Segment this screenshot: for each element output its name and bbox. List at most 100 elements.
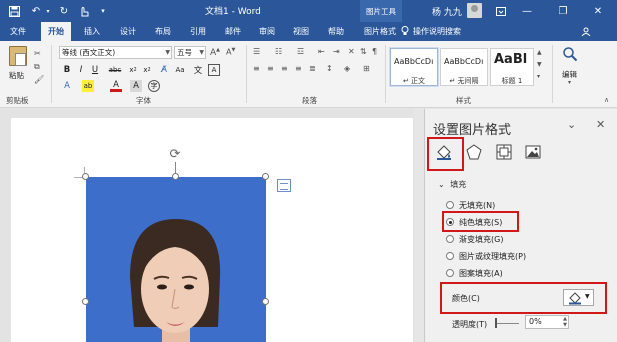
radio-button[interactable] [446,269,454,277]
tab-insert[interactable]: 插入 [77,22,107,41]
rotate-handle-icon[interactable]: ⟳ [167,146,183,162]
styles-scroll-down-icon[interactable]: ▼ [537,61,542,68]
paste-icon[interactable] [9,46,27,66]
close-button[interactable]: ✕ [585,0,611,22]
shrink-font-icon[interactable]: A▼ [226,47,235,57]
user-name[interactable]: 杨 九九 [432,5,462,18]
transparency-spinner[interactable]: 0% ▲ ▼ [525,315,569,329]
show-marks-icon[interactable]: ¶ [372,47,377,56]
font-color-icon[interactable]: A [110,80,122,92]
chevron-down-icon[interactable]: ▾ [568,79,571,86]
styles-more-icon[interactable]: ▾ [537,73,540,80]
transparency-slider-thumb[interactable] [495,318,497,328]
chinese-layout-icon[interactable]: ✕ [348,47,355,56]
portrait-photo[interactable] [86,177,266,342]
align-left-icon[interactable]: ≡ [253,64,260,73]
fill-section-header[interactable]: ⌄ 填充 [438,179,466,190]
tab-file[interactable]: 文件 [4,22,32,41]
styles-scroll-up-icon[interactable]: ▲ [537,49,542,56]
align-right-icon[interactable]: ≡ [281,64,288,73]
align-center-icon[interactable]: ≡ [267,64,274,73]
tab-design[interactable]: 设计 [113,22,143,41]
pane-close-icon[interactable]: ✕ [596,118,605,131]
tab-picture-format[interactable]: 图片格式 [358,22,402,41]
picture-icon[interactable] [524,143,542,161]
character-border-icon[interactable]: A [208,64,220,76]
fill-option-none[interactable]: 无填充(N) [446,198,495,212]
undo-dropdown-icon[interactable]: ▾ [40,3,56,19]
subscript-icon[interactable]: x2 [127,64,139,76]
ribbon-display-icon[interactable] [488,0,514,22]
font-size-combo[interactable]: 五号 ▼ [174,46,206,59]
line-spacing-icon[interactable]: ↕ [326,64,333,73]
tab-home[interactable]: 开始 [41,22,71,41]
save-icon[interactable] [6,3,22,19]
increase-indent-icon[interactable]: ⇥ [333,47,340,56]
resize-handle-ne[interactable] [262,173,269,180]
numbering-icon[interactable]: ☷ [275,47,282,56]
tab-review[interactable]: 审阅 [252,22,282,41]
style-no-spacing[interactable]: AaBbCcDı ↵ 无间隔 [440,48,488,86]
enclose-characters-icon[interactable]: 字 [148,80,160,92]
radio-button[interactable] [446,201,454,209]
change-case-icon[interactable]: Aa [174,64,186,76]
tab-references[interactable]: 引用 [183,22,213,41]
effects-icon[interactable] [465,143,483,161]
transparency-label: 透明度(T) [452,320,488,329]
touch-mode-icon[interactable] [76,3,92,19]
layout-properties-icon[interactable] [495,143,513,161]
tab-view[interactable]: 视图 [286,22,316,41]
layout-options-icon[interactable] [277,179,291,192]
format-painter-icon[interactable]: 🖌 [34,75,44,84]
tab-help[interactable]: 帮助 [321,22,351,41]
resize-handle-e[interactable] [262,298,269,305]
pane-options-icon[interactable]: ⌄ [567,118,576,131]
cut-icon[interactable]: ✂ [34,49,41,58]
customize-qat-icon[interactable]: ▾ [95,3,111,19]
magnifier-icon[interactable] [562,46,578,62]
fill-option-gradient[interactable]: 渐变填充(G) [446,232,503,246]
paste-button[interactable]: 粘贴 [9,70,24,81]
transparency-slider[interactable] [495,323,519,324]
minimize-button[interactable]: — [514,0,540,22]
avatar[interactable] [467,3,482,18]
sort-icon[interactable]: ⇅ [360,47,367,56]
bold-icon[interactable]: B [61,64,73,76]
highlight-icon[interactable]: ab [82,80,94,92]
phonetic-guide-icon[interactable]: 文 [192,64,204,76]
underline-icon[interactable]: U [89,64,101,76]
tab-layout[interactable]: 布局 [148,22,178,41]
fill-option-picture[interactable]: 图片或纹理填充(P) [446,249,526,263]
restore-button[interactable]: ❐ [550,0,576,22]
copy-icon[interactable]: ⧉ [34,62,40,72]
spinner-arrows-icon[interactable]: ▲ ▼ [563,316,567,328]
superscript-icon[interactable]: x2 [141,64,153,76]
italic-icon[interactable]: I [75,64,87,76]
radio-button[interactable] [446,235,454,243]
resize-handle-w[interactable] [82,298,89,305]
tell-me-search[interactable]: 操作说明搜索 [401,22,461,41]
resize-handle-n[interactable] [172,173,179,180]
tab-mailings[interactable]: 邮件 [218,22,248,41]
clear-formatting-icon[interactable]: A̸ [158,64,170,76]
redo-icon[interactable]: ↻ [56,3,72,19]
character-shading-icon[interactable]: A [130,80,142,92]
decrease-indent-icon[interactable]: ⇤ [318,47,325,56]
bullets-icon[interactable]: ☰ [253,47,260,56]
text-effects-icon[interactable]: A [61,80,73,92]
strikethrough-icon[interactable]: abc [109,64,122,76]
distributed-icon[interactable]: ≣ [309,64,316,73]
multilevel-list-icon[interactable]: ☲ [297,47,304,56]
borders-icon[interactable]: ⊞ [363,64,370,73]
style-heading-1[interactable]: AaBl 标题 1 [490,48,534,86]
collapse-ribbon-icon[interactable]: ∧ [604,96,609,104]
share-icon[interactable] [578,22,594,41]
justify-icon[interactable]: ≡ [295,64,302,73]
fill-option-pattern[interactable]: 图案填充(A) [446,266,503,280]
shading-icon[interactable]: ◈ [344,64,350,73]
radio-button[interactable] [446,252,454,260]
font-name-combo[interactable]: 等线 (西文正文) ▼ [59,46,172,59]
grow-font-icon[interactable]: A▲ [210,47,220,58]
resize-handle-nw[interactable] [82,173,89,180]
style-normal[interactable]: AaBbCcDı ↵ 正文 [389,47,439,87]
